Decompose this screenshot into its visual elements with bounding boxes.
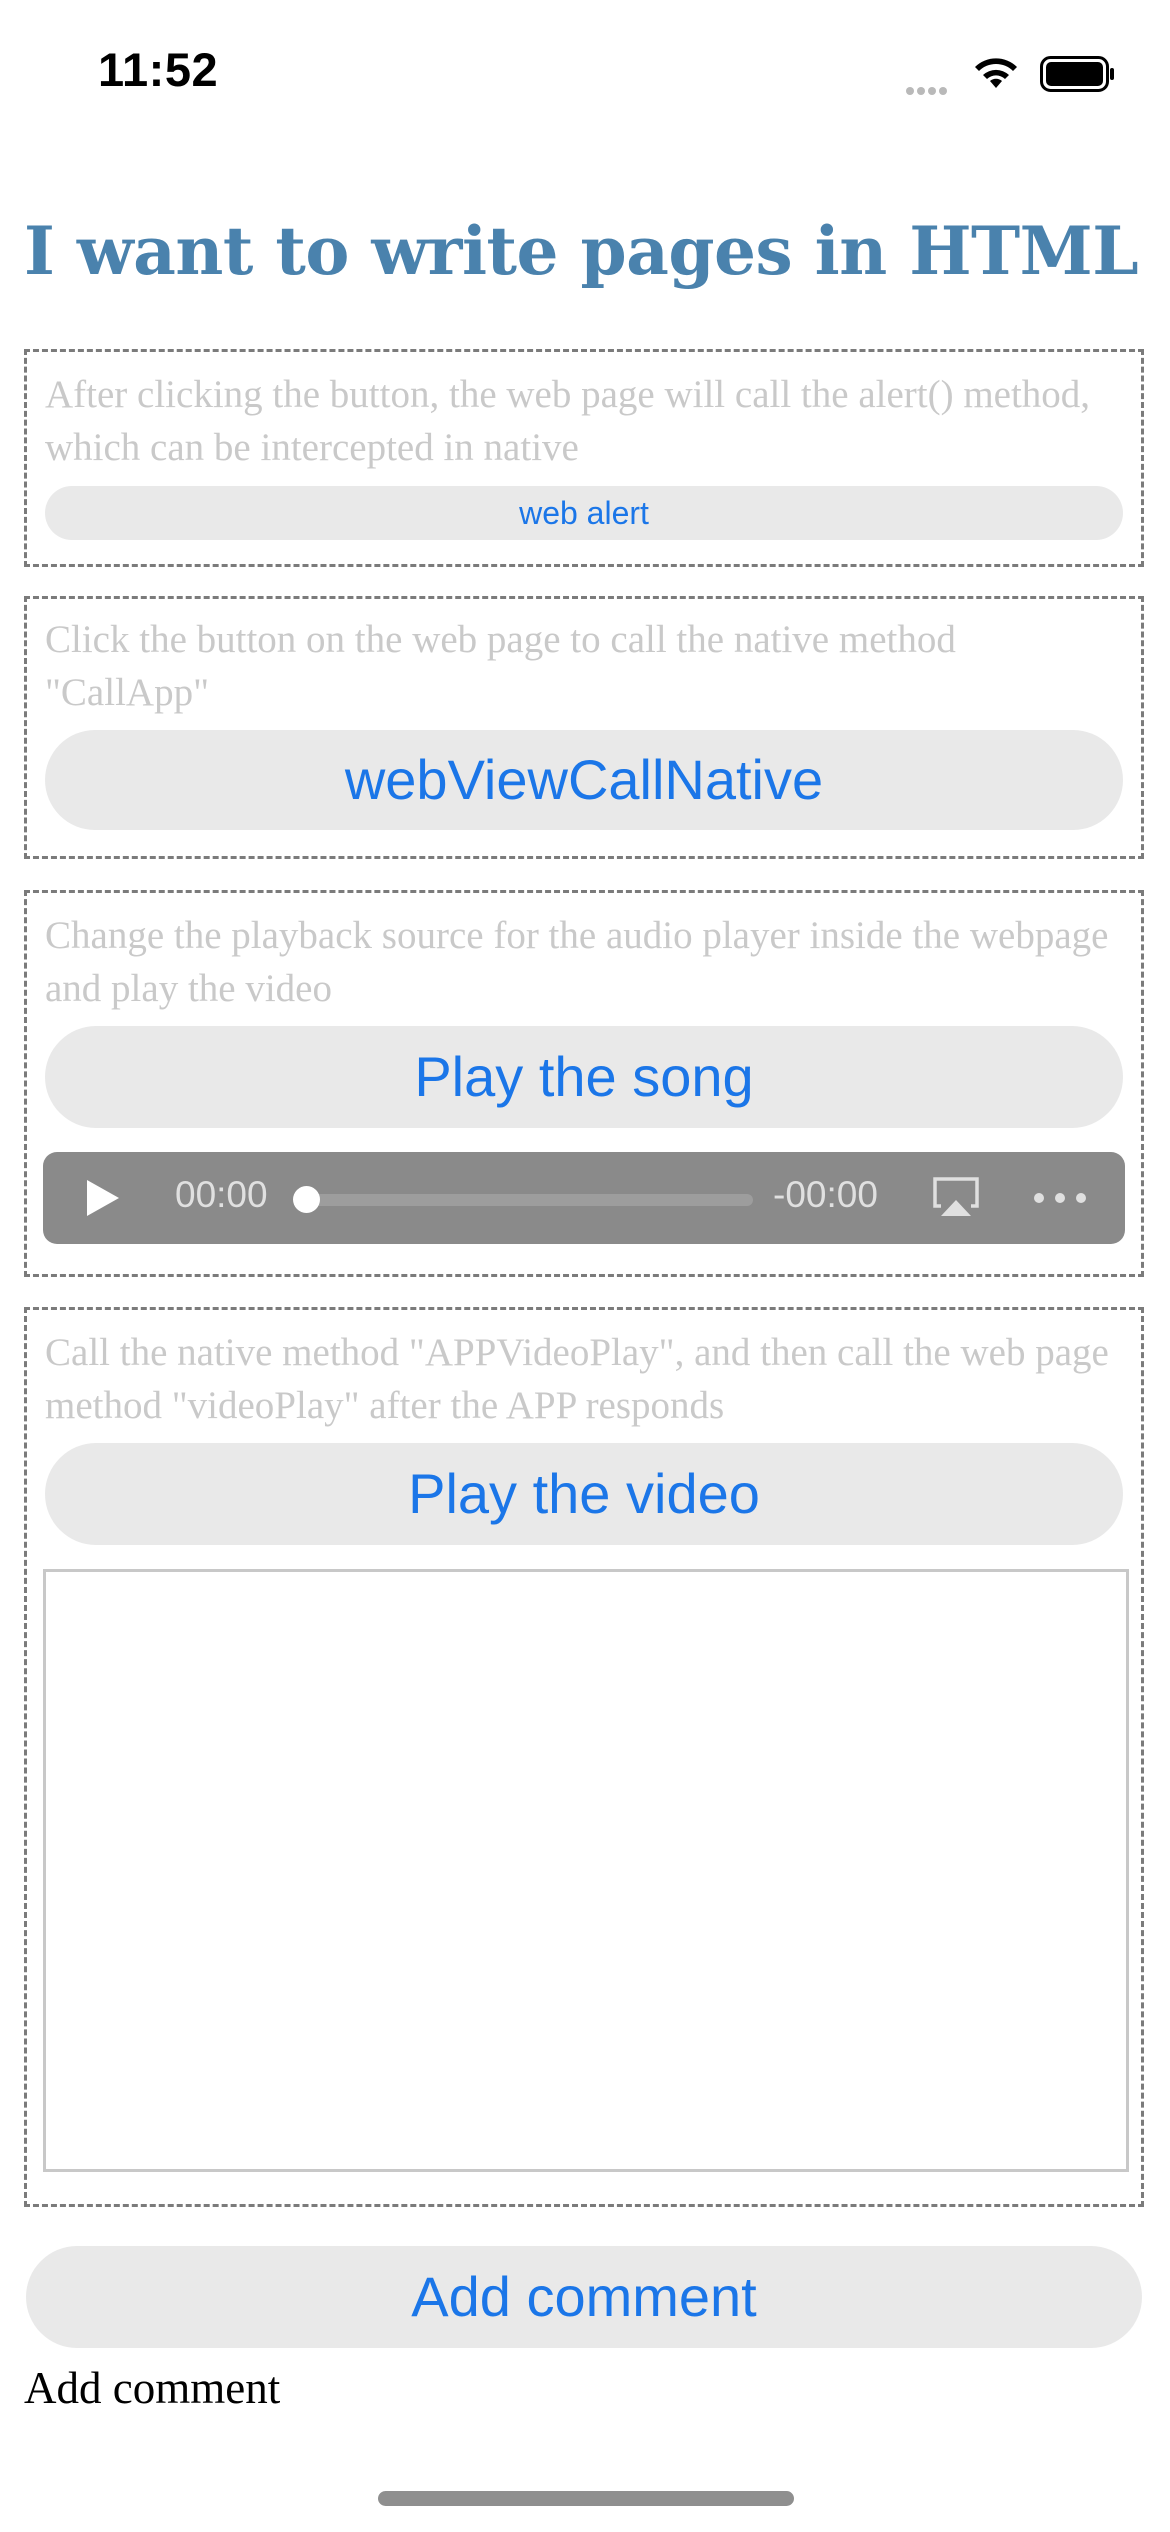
add-comment-text: Add comment (24, 2363, 281, 2413)
wifi-icon (975, 58, 1017, 88)
play-icon[interactable] (85, 1178, 121, 1218)
audio-remaining-time: -00:00 (773, 1174, 878, 1215)
add-comment-button[interactable]: Add comment (26, 2246, 1142, 2348)
audio-progress-track[interactable] (303, 1194, 753, 1206)
status-time: 11:52 (98, 43, 219, 96)
home-indicator[interactable] (378, 2491, 794, 2506)
cellular-signal-icon (906, 80, 950, 99)
section-play-song: Change the playback source for the audio… (24, 890, 1144, 1277)
section-web-alert: After clicking the button, the web page … (24, 349, 1144, 567)
more-options-icon[interactable] (1033, 1192, 1087, 1204)
page-title: I want to write pages in HTML (24, 212, 1139, 290)
audio-current-time: 00:00 (175, 1174, 268, 1215)
play-video-button[interactable]: Play the video (45, 1443, 1123, 1545)
audio-player: 00:00 -00:00 (43, 1152, 1125, 1244)
section-call-native: Click the button on the web page to call… (24, 596, 1144, 859)
battery-icon (1040, 56, 1114, 92)
audio-scrubber-handle[interactable] (293, 1186, 320, 1213)
webview-call-native-button[interactable]: webViewCallNative (45, 730, 1123, 830)
airplay-icon[interactable] (931, 1176, 981, 1218)
section-description: Change the playback source for the audio… (45, 914, 1109, 1010)
section-description: Call the native method "APPVideoPlay", a… (45, 1331, 1109, 1427)
video-player[interactable] (43, 1569, 1129, 2172)
play-song-button[interactable]: Play the song (45, 1026, 1123, 1128)
web-alert-button[interactable]: web alert (45, 486, 1123, 540)
section-description: Click the button on the web page to call… (45, 618, 956, 714)
section-description: After clicking the button, the web page … (45, 373, 1091, 469)
status-bar: 11:52 (0, 0, 1170, 150)
section-play-video: Call the native method "APPVideoPlay", a… (24, 1307, 1144, 2207)
